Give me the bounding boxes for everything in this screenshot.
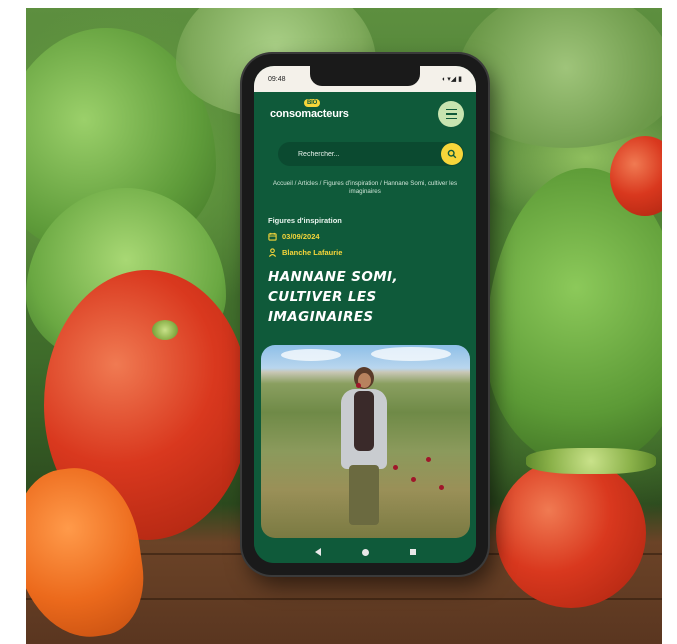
status-time: 09:48 [268, 75, 286, 83]
hamburger-icon[interactable] [438, 101, 464, 127]
search-icon[interactable] [441, 143, 463, 165]
person-icon [268, 248, 277, 257]
article-date-row: 03/09/2024 [254, 225, 476, 241]
android-nav-bar [254, 541, 476, 563]
article-category[interactable]: Figures d'inspiration [254, 196, 476, 225]
article-author-row: Blanche Lafaurie [254, 241, 476, 257]
photo-berry [426, 457, 431, 462]
site-logo[interactable]: BIO consomacteurs [270, 99, 349, 120]
photo-cloud [281, 349, 341, 361]
calendar-icon [268, 232, 277, 241]
camera-notch [310, 66, 420, 86]
smartphone: 09:48 ◖ ▾◢ ▮ BIO consomacteurs Accueil /… [242, 54, 488, 575]
article-title: Hannane Somi, cultiver les imaginaires [268, 269, 398, 325]
tomato-vine [526, 448, 656, 474]
back-triangle-icon[interactable] [314, 548, 321, 556]
site-header: BIO consomacteurs [254, 92, 476, 130]
home-circle-icon[interactable] [361, 548, 369, 556]
photo-person-legs [349, 465, 379, 525]
phone-screen: 09:48 ◖ ▾◢ ▮ BIO consomacteurs Accueil /… [254, 66, 476, 563]
tomato-stem [152, 320, 178, 340]
search-input[interactable] [296, 149, 420, 159]
photo-berry [393, 465, 398, 470]
tomato-right-small [496, 458, 646, 608]
photo-berry [411, 477, 416, 482]
photo-berry [356, 383, 361, 388]
photo-cloud [371, 347, 451, 361]
photo-person-shirt [354, 391, 374, 451]
article-author[interactable]: Blanche Lafaurie [282, 248, 342, 257]
logo-badge: BIO [304, 99, 321, 107]
photo-berry [439, 485, 444, 490]
recents-square-icon[interactable] [409, 549, 416, 555]
search-bar [278, 142, 464, 166]
breadcrumb[interactable]: Accueil / Articles / Figures d'inspirati… [254, 166, 476, 196]
article-hero-image [261, 345, 470, 538]
status-icons: ◖ ▾◢ ▮ [441, 76, 462, 83]
article-date: 03/09/2024 [282, 232, 320, 241]
logo-text: consomacteurs [270, 108, 349, 120]
